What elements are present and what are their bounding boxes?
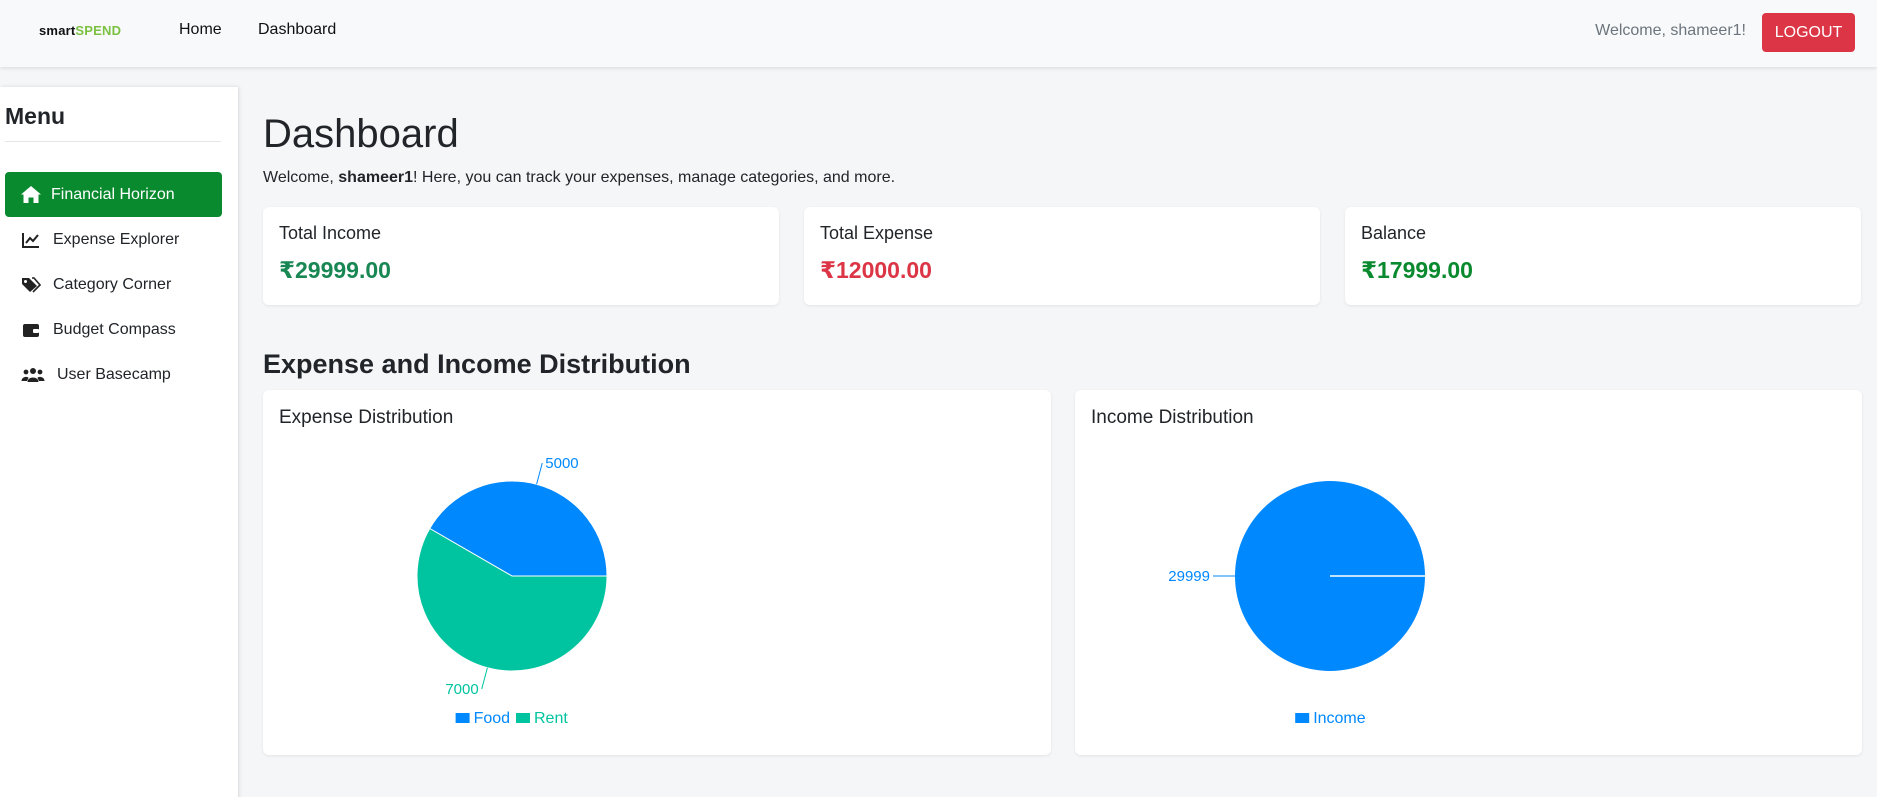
expense-distribution-card: 5000 7000 Food Rent Expense Distribution: [263, 390, 1051, 755]
balance-card: Balance ₹17999.00: [1345, 207, 1861, 305]
legend-item-food[interactable]: Food: [474, 710, 510, 727]
section-title: Expense and Income Distribution: [263, 349, 691, 379]
sidebar-item-expense-explorer[interactable]: Expense Explorer: [5, 217, 222, 262]
wallet-icon: [19, 320, 43, 340]
pie-data-label: 5000: [545, 455, 578, 472]
intro-text: Welcome, shameer1! Here, you can track y…: [263, 169, 895, 187]
tags-icon: [19, 275, 43, 295]
page-title: Dashboard: [263, 112, 459, 156]
intro-username: shameer1: [338, 169, 413, 186]
brand-part-spend: SPEND: [75, 23, 122, 38]
top-navbar: smartSPEND Home Dashboard Welcome, shame…: [0, 0, 1877, 67]
stat-value: ₹29999.00: [279, 257, 391, 283]
sidebar-title: Menu: [5, 103, 66, 129]
sidebar-item-label: User Basecamp: [57, 365, 171, 383]
total-income-card: Total Income ₹29999.00: [263, 207, 779, 305]
chart-title: Income Distribution: [1091, 407, 1254, 428]
sidebar-item-budget-compass[interactable]: Budget Compass: [5, 307, 222, 352]
pie-data-label: 7000: [445, 681, 478, 698]
sidebar-item-financial-horizon[interactable]: Financial Horizon: [5, 172, 222, 217]
legend-swatch: [516, 713, 530, 723]
income-distribution-card: 29999 Income Income Distribution: [1075, 390, 1862, 755]
pie-label-line: [481, 667, 488, 690]
brand-logo[interactable]: smartSPEND: [39, 23, 121, 38]
sidebar-item-category-corner[interactable]: Category Corner: [5, 262, 222, 307]
nav-home-link[interactable]: Home: [179, 21, 222, 39]
expense-pie-chart: 5000 7000 Food Rent: [416, 455, 608, 727]
stat-value: ₹17999.00: [1361, 257, 1473, 283]
pie-data-label: 29999: [1168, 568, 1210, 585]
nav-dashboard-link[interactable]: Dashboard: [258, 21, 336, 39]
stat-label: Balance: [1361, 223, 1427, 243]
legend-swatch: [455, 713, 470, 723]
legend-swatch: [1295, 713, 1310, 723]
intro-prefix: Welcome,: [263, 169, 339, 186]
sidebar-item-user-basecamp[interactable]: User Basecamp: [5, 352, 222, 397]
logout-button[interactable]: LOGOUT: [1762, 13, 1855, 52]
sidebar-divider: [5, 141, 221, 142]
stat-value: ₹12000.00: [820, 257, 932, 283]
chart-title: Expense Distribution: [279, 407, 454, 428]
intro-suffix: ! Here, you can track your expenses, man…: [413, 169, 896, 186]
users-icon: [19, 365, 47, 385]
sidebar: Menu Financial Horizon Expense Explorer …: [0, 87, 238, 797]
sidebar-item-label: Category Corner: [53, 275, 172, 293]
income-pie-chart: 29999 Income: [1168, 481, 1425, 727]
sidebar-item-label: Expense Explorer: [53, 230, 180, 248]
home-icon: [19, 185, 43, 205]
sidebar-item-label: Financial Horizon: [51, 185, 175, 203]
brand-part-smart: smart: [39, 23, 76, 38]
legend-item-income[interactable]: Income: [1313, 710, 1366, 727]
total-expense-card: Total Expense ₹12000.00: [804, 207, 1320, 305]
welcome-user-text: Welcome, shameer1!: [1595, 22, 1746, 39]
sidebar-item-label: Budget Compass: [53, 320, 176, 338]
pie-label-line: [536, 462, 543, 485]
chart-line-icon: [19, 230, 43, 250]
legend-item-rent[interactable]: Rent: [534, 710, 568, 727]
stat-label: Total Expense: [820, 223, 934, 243]
stat-label: Total Income: [279, 223, 382, 243]
